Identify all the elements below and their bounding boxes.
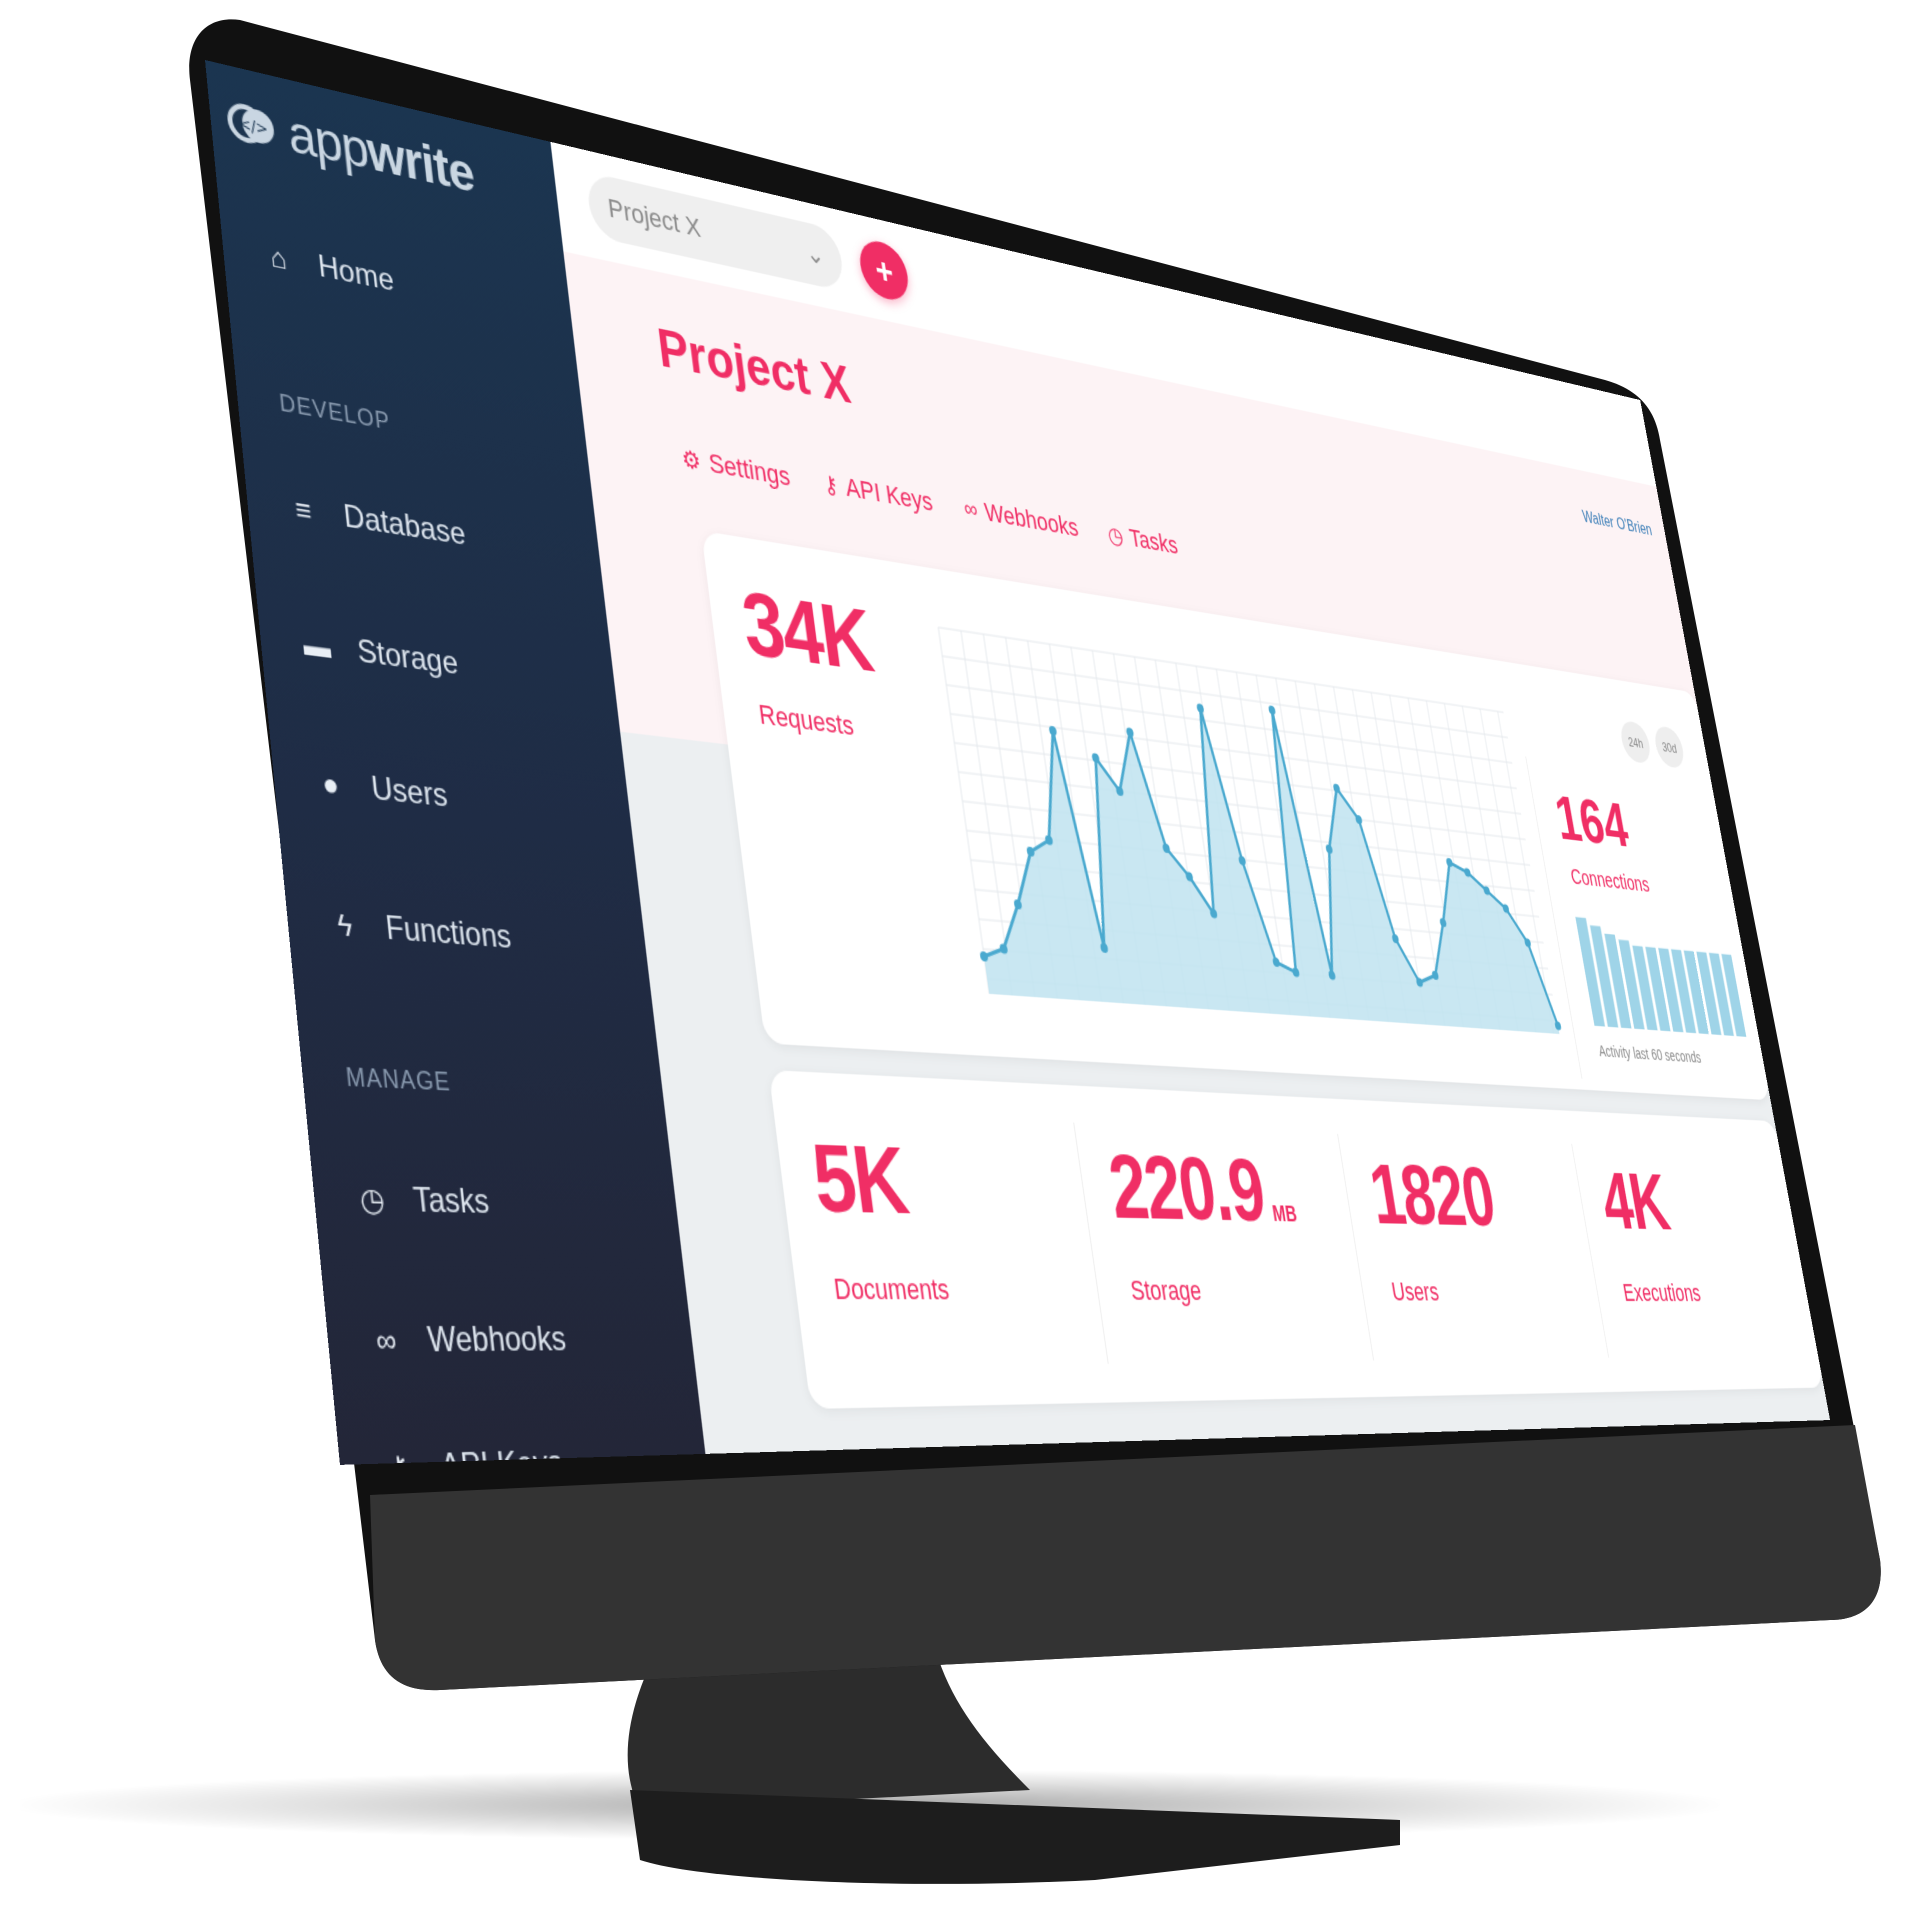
period-30d-button[interactable]: 30d bbox=[1652, 724, 1687, 770]
requests-data-point bbox=[1196, 703, 1205, 714]
period-24h-button[interactable]: 24h bbox=[1618, 719, 1653, 765]
sidebar-item-database[interactable]: ≡ Database bbox=[283, 489, 467, 554]
stat-documents: 5K Documents bbox=[768, 1070, 1113, 1409]
storage-value: 220.9MB bbox=[1103, 1137, 1299, 1241]
monitor-stand-base bbox=[630, 1790, 1400, 1884]
sidebar-item-storage[interactable]: ▬ Storage bbox=[296, 625, 460, 683]
appwrite-logo-icon: </> bbox=[225, 94, 279, 156]
storage-label: Storage bbox=[1128, 1274, 1204, 1307]
sidebar-item-home[interactable]: ⌂ Home bbox=[258, 237, 396, 300]
develop-section-label: DEVELOP bbox=[278, 389, 392, 435]
sidebar-item-users[interactable]: ● Users bbox=[310, 764, 449, 817]
chevron-down-icon: ⌄ bbox=[804, 237, 826, 271]
requests-data-point bbox=[1091, 752, 1100, 764]
users-value: 1820 bbox=[1363, 1147, 1501, 1245]
clock-icon: ◷ bbox=[358, 1180, 387, 1219]
key-icon: ⚷ bbox=[821, 470, 840, 500]
project-select-value: Project X bbox=[606, 192, 703, 244]
documents-value: 5K bbox=[807, 1125, 912, 1235]
key-icon: ⚷ bbox=[378, 1449, 420, 1465]
bolt-icon: ϟ bbox=[335, 906, 354, 944]
stats-card: 5K Documents 220.9MB Storage 1820 Users … bbox=[768, 1069, 1825, 1409]
gear-icon: ⚙ bbox=[680, 445, 703, 476]
connections-label: Connections bbox=[1569, 865, 1652, 898]
requests-data-point bbox=[979, 951, 989, 962]
requests-data-point bbox=[1332, 783, 1341, 794]
clock-icon: ◷ bbox=[1105, 522, 1125, 550]
storage-unit: MB bbox=[1270, 1201, 1299, 1227]
link-icon: ∞ bbox=[962, 495, 980, 523]
requests-value: 34K bbox=[737, 574, 878, 691]
database-icon: ≡ bbox=[293, 491, 313, 529]
requests-chart bbox=[898, 610, 1562, 1057]
activity-label: Activity last 60 seconds bbox=[1597, 1042, 1703, 1066]
documents-label: Documents bbox=[831, 1271, 951, 1306]
sidebar-item-tasks[interactable]: ◷ Tasks bbox=[351, 1179, 491, 1223]
sidebar-item-webhooks[interactable]: ∞ Webhooks bbox=[365, 1320, 568, 1362]
logo-text: appwrite bbox=[285, 102, 477, 204]
folder-icon: ▬ bbox=[301, 627, 333, 665]
executions-value: 4K bbox=[1595, 1156, 1675, 1247]
requests-data-point bbox=[1268, 705, 1276, 716]
chart-grid-line bbox=[938, 627, 989, 993]
requests-label: Requests bbox=[756, 698, 856, 742]
add-project-button[interactable]: + bbox=[856, 236, 912, 305]
link-icon: ∞ bbox=[374, 1321, 398, 1360]
connections-value: 164 bbox=[1550, 781, 1633, 861]
chart-grid-line bbox=[961, 631, 1012, 996]
requests-data-point bbox=[1445, 857, 1454, 868]
home-icon: ⌂ bbox=[268, 240, 288, 276]
manage-section-label: MANAGE bbox=[344, 1062, 452, 1097]
requests-data-point bbox=[1125, 727, 1135, 738]
users-icon: ● bbox=[320, 766, 341, 803]
connections-bars bbox=[1575, 916, 1747, 1037]
users-label: Users bbox=[1389, 1276, 1441, 1307]
stat-storage: 220.9MB Storage bbox=[1068, 1085, 1379, 1402]
sidebar-item-functions[interactable]: ϟ Functions bbox=[324, 905, 513, 958]
executions-label: Executions bbox=[1620, 1278, 1703, 1307]
chart-grid-line bbox=[954, 743, 1521, 814]
chart-grid-line bbox=[958, 772, 1525, 839]
